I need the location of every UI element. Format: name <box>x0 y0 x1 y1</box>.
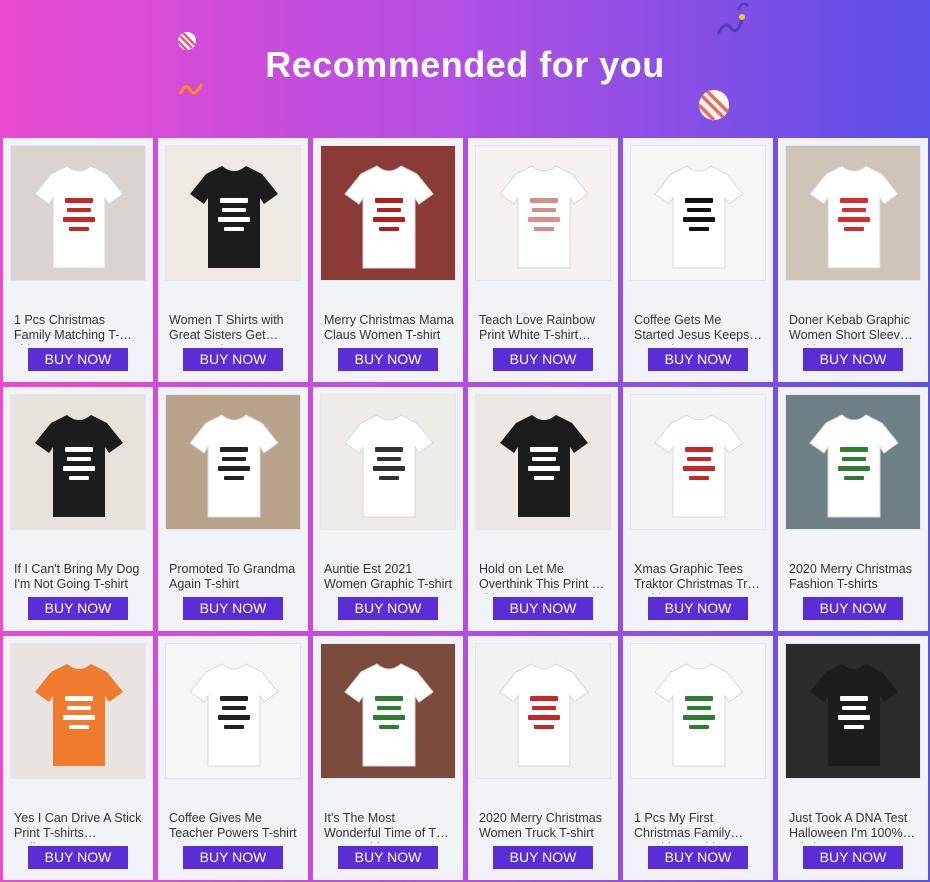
tshirt-photo-icon <box>321 395 455 529</box>
buy-now-button[interactable]: BUY NOW <box>338 846 438 869</box>
product-card[interactable]: Just Took A DNA Test Halloween I'm 100% … <box>778 636 928 880</box>
tshirt-photo-icon <box>321 146 455 280</box>
product-card[interactable]: Coffee Gives Me Teacher Powers T-shirt BU… <box>158 636 308 880</box>
buy-now-button[interactable]: BUY NOW <box>803 597 903 620</box>
tshirt-photo-icon <box>476 644 610 778</box>
tshirt-photo-icon <box>166 146 300 280</box>
tshirt-photo-icon <box>11 146 145 280</box>
product-image[interactable] <box>320 394 456 530</box>
product-card[interactable]: Teach Love Rainbow Print White T-shirt W… <box>468 138 618 382</box>
product-title[interactable]: Women T Shirts with Great Sisters Get Pr… <box>169 313 299 345</box>
buy-now-button[interactable]: BUY NOW <box>183 348 283 371</box>
product-title[interactable]: Coffee Gets Me Started Jesus Keeps Me Go… <box>634 313 764 345</box>
product-image[interactable] <box>785 394 921 530</box>
buy-now-button[interactable]: BUY NOW <box>183 846 283 869</box>
product-image[interactable] <box>630 145 766 281</box>
product-card[interactable]: If I Can't Bring My Dog I'm Not Going T-… <box>3 387 153 631</box>
product-image[interactable] <box>10 394 146 530</box>
tshirt-photo-icon <box>11 644 145 778</box>
buy-now-button[interactable]: BUY NOW <box>338 597 438 620</box>
product-card[interactable]: Xmas Graphic Tees Traktor Christmas Tree… <box>623 387 773 631</box>
product-title[interactable]: 1 Pcs Christmas Family Matching T-shirts <box>14 313 144 345</box>
buy-now-button[interactable]: BUY NOW <box>648 348 748 371</box>
product-image[interactable] <box>10 145 146 281</box>
buy-now-button[interactable]: BUY NOW <box>803 348 903 371</box>
product-title[interactable]: 2020 Merry Christmas Fashion T-shirts <box>789 562 919 594</box>
product-image[interactable] <box>165 394 301 530</box>
tshirt-photo-icon <box>631 395 765 529</box>
product-title[interactable]: If I Can't Bring My Dog I'm Not Going T-… <box>14 562 144 594</box>
buy-now-button[interactable]: BUY NOW <box>28 846 128 869</box>
product-title[interactable]: Just Took A DNA Test Halloween I'm 100% … <box>789 811 919 843</box>
recommended-header: Recommended for you <box>0 0 930 138</box>
product-title[interactable]: It's The Most Wonderful Time of The Year… <box>324 811 454 843</box>
product-image[interactable] <box>10 643 146 779</box>
product-card[interactable]: Yes I Can Drive A Stick Print T-shirts H… <box>3 636 153 880</box>
product-image[interactable] <box>785 643 921 779</box>
tshirt-photo-icon <box>321 644 455 778</box>
product-card[interactable]: Hold on Let Me Overthink This Print T-sh… <box>468 387 618 631</box>
tshirt-photo-icon <box>166 644 300 778</box>
product-title[interactable]: Xmas Graphic Tees Traktor Christmas Tree… <box>634 562 764 594</box>
streamer-icon <box>716 14 745 35</box>
product-image[interactable] <box>630 394 766 530</box>
product-image[interactable] <box>630 643 766 779</box>
product-title[interactable]: Coffee Gives Me Teacher Powers T-shirt <box>169 811 299 843</box>
buy-now-button[interactable]: BUY NOW <box>493 846 593 869</box>
tshirt-photo-icon <box>166 395 300 529</box>
buy-now-button[interactable]: BUY NOW <box>648 597 748 620</box>
product-card[interactable]: Coffee Gets Me Started Jesus Keeps Me Go… <box>623 138 773 382</box>
product-title[interactable]: Auntie Est 2021 Women Graphic T-shirt <box>324 562 454 594</box>
product-image[interactable] <box>785 145 921 281</box>
product-card[interactable]: 2020 Merry Christmas Fashion T-shirts BUY… <box>778 387 928 631</box>
product-card[interactable]: 1 Pcs My First Christmas Family Matching… <box>623 636 773 880</box>
tshirt-photo-icon <box>786 395 920 529</box>
product-image[interactable] <box>475 145 611 281</box>
buy-now-button[interactable]: BUY NOW <box>493 597 593 620</box>
buy-now-button[interactable]: BUY NOW <box>338 348 438 371</box>
tshirt-photo-icon <box>786 146 920 280</box>
product-card[interactable]: Merry Christmas Mama Claus Women T-shirt… <box>313 138 463 382</box>
product-card[interactable]: Doner Kebab Graphic Women Short Sleeve T… <box>778 138 928 382</box>
product-card[interactable]: 1 Pcs Christmas Family Matching T-shirts… <box>3 138 153 382</box>
product-card[interactable]: Women T Shirts with Great Sisters Get Pr… <box>158 138 308 382</box>
product-grid: 1 Pcs Christmas Family Matching T-shirts… <box>3 138 930 882</box>
product-title[interactable]: Promoted To Grandma Again T-shirt <box>169 562 299 594</box>
tshirt-photo-icon <box>476 146 610 280</box>
product-image[interactable] <box>320 643 456 779</box>
product-title[interactable]: Doner Kebab Graphic Women Short Sleeve T… <box>789 313 919 345</box>
streamer-icon <box>736 2 749 11</box>
tshirt-photo-icon <box>11 395 145 529</box>
tshirt-photo-icon <box>631 644 765 778</box>
product-image[interactable] <box>475 643 611 779</box>
buy-now-button[interactable]: BUY NOW <box>28 348 128 371</box>
section-title: Recommended for you <box>265 44 665 85</box>
buy-now-button[interactable]: BUY NOW <box>493 348 593 371</box>
product-image[interactable] <box>165 643 301 779</box>
product-title[interactable]: 1 Pcs My First Christmas Family Matching… <box>634 811 764 843</box>
tshirt-photo-icon <box>786 644 920 778</box>
candy-ball-icon <box>697 89 730 122</box>
product-title[interactable]: 2020 Merry Christmas Women Truck T-shirt <box>479 811 609 843</box>
buy-now-button[interactable]: BUY NOW <box>648 846 748 869</box>
product-image[interactable] <box>165 145 301 281</box>
product-card[interactable]: Promoted To Grandma Again T-shirt BUY NOW <box>158 387 308 631</box>
buy-now-button[interactable]: BUY NOW <box>803 846 903 869</box>
buy-now-button[interactable]: BUY NOW <box>28 597 128 620</box>
product-card[interactable]: Auntie Est 2021 Women Graphic T-shirt BUY… <box>313 387 463 631</box>
product-title[interactable]: Yes I Can Drive A Stick Print T-shirts H… <box>14 811 144 843</box>
product-image[interactable] <box>320 145 456 281</box>
product-card[interactable]: 2020 Merry Christmas Women Truck T-shirt… <box>468 636 618 880</box>
product-title[interactable]: Merry Christmas Mama Claus Women T-shirt <box>324 313 454 345</box>
buy-now-button[interactable]: BUY NOW <box>183 597 283 620</box>
product-image[interactable] <box>475 394 611 530</box>
product-title[interactable]: Teach Love Rainbow Print White T-shirt W… <box>479 313 609 345</box>
tshirt-photo-icon <box>631 146 765 280</box>
tshirt-photo-icon <box>476 395 610 529</box>
product-card[interactable]: It's The Most Wonderful Time of The Year… <box>313 636 463 880</box>
product-title[interactable]: Hold on Let Me Overthink This Print T-sh… <box>479 562 609 594</box>
